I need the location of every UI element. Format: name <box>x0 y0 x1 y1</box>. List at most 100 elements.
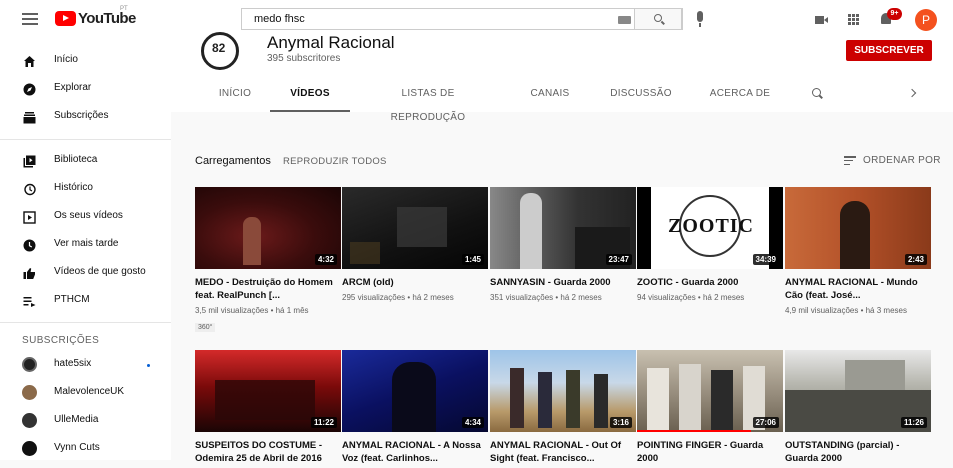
video-title[interactable]: ANYMAL RACIONAL - Mundo Cão (feat. José.… <box>785 276 925 302</box>
video-thumbnail[interactable]: 27:06 <box>637 350 783 432</box>
video-thumbnail[interactable]: 2:43 <box>785 187 931 269</box>
subscribe-button[interactable]: SUBSCREVER <box>846 40 932 61</box>
sidebar-divider <box>0 139 171 140</box>
sidebar-item-explore[interactable]: Explorar <box>0 77 171 101</box>
subscriptions-icon <box>23 112 36 124</box>
search-input[interactable] <box>242 9 612 29</box>
tab-videos[interactable]: VÍDEOS <box>270 82 350 112</box>
video-card[interactable]: 2:43 ANYMAL RACIONAL - Mundo Cão (feat. … <box>785 187 931 316</box>
video-card[interactable]: 3:16 ANYMAL RACIONAL - Out Of Sight (fea… <box>490 350 636 468</box>
subscription-label: hate5six <box>54 358 92 369</box>
video-title[interactable]: ARCM (old) <box>342 276 482 289</box>
library-icon <box>23 155 36 168</box>
tab-playlists[interactable]: LISTAS DE REPRODUÇÃO <box>363 82 493 123</box>
sidebar-subscription-malevolenceuk[interactable]: MalevolenceUK <box>0 381 171 405</box>
tab-discussion[interactable]: DISCUSSÃO <box>605 82 677 112</box>
video-thumbnail[interactable]: 11:26 <box>785 350 931 432</box>
sidebar-item-your-videos[interactable]: Os seus vídeos <box>0 205 171 229</box>
sidebar-item-label: Os seus vídeos <box>54 210 123 221</box>
video-title[interactable]: SUSPEITOS DO COSTUME - Odemira 25 de Abr… <box>195 439 335 465</box>
keyboard-icon[interactable] <box>618 16 631 24</box>
chevron-right-icon[interactable] <box>907 88 917 98</box>
video-duration: 27:06 <box>752 417 779 428</box>
channel-name: Anymal Racional <box>267 33 395 52</box>
video-title[interactable]: SANNYASIN - Guarda 2000 <box>490 276 630 289</box>
thumbnail-figure <box>392 362 436 432</box>
new-content-dot <box>147 364 150 367</box>
search-box <box>241 8 683 30</box>
sidebar-subscription-vynn-cuts[interactable]: Vynn Cuts <box>0 437 171 461</box>
sidebar-item-subscriptions[interactable]: Subscrições <box>0 105 171 129</box>
thumbnail-building <box>397 207 447 247</box>
video-card[interactable]: 4:32 MEDO - Destruição do Homem feat. Re… <box>195 187 341 334</box>
sidebar-item-label: Ver mais tarde <box>54 238 119 249</box>
video-thumbnail[interactable]: 4:34 <box>342 350 488 432</box>
channel-header: Anymal Racional 395 subscritores SUBSCRE… <box>171 32 953 123</box>
video-card[interactable]: 27:06 POINTING FINGER - Guarda 2000 <box>637 350 783 468</box>
video-thumbnail[interactable]: 23:47 <box>490 187 636 269</box>
video-card[interactable]: 4:34 ANYMAL RACIONAL - A Nossa Voz (feat… <box>342 350 488 468</box>
video-title[interactable]: POINTING FINGER - Guarda 2000 <box>637 439 777 465</box>
channel-logo[interactable] <box>201 32 239 70</box>
video-title[interactable]: ZOOTIC - Guarda 2000 <box>637 276 777 289</box>
channel-search-icon[interactable] <box>812 88 821 97</box>
thumbnail-figure <box>243 217 261 265</box>
video-duration: 23:47 <box>605 254 632 265</box>
tab-channels[interactable]: CANAIS <box>521 82 579 112</box>
sidebar-item-liked-videos[interactable]: Vídeos de que gosto <box>0 261 171 285</box>
search-button[interactable] <box>634 8 682 30</box>
sidebar-item-home[interactable]: Início <box>0 49 171 73</box>
channel-avatar <box>22 385 37 400</box>
account-avatar[interactable]: P <box>915 9 937 31</box>
video-badge: 360° <box>195 323 216 332</box>
thumbnail-building <box>845 360 905 390</box>
video-title[interactable]: ANYMAL RACIONAL - A Nossa Voz (feat. Car… <box>342 439 482 465</box>
microphone-icon[interactable] <box>697 11 703 27</box>
play-all-button[interactable]: REPRODUZIR TODOS <box>283 156 387 167</box>
video-card[interactable]: 11:26 OUTSTANDING (parcial) - Guarda 200… <box>785 350 931 468</box>
thumbnail-person <box>711 370 733 430</box>
video-card[interactable]: 23:47 SANNYASIN - Guarda 2000 351 visual… <box>490 187 636 303</box>
video-duration: 3:16 <box>609 417 632 428</box>
search-icon <box>654 14 662 22</box>
logo-text: YouTube <box>78 10 136 27</box>
thumbnail-person <box>566 370 580 428</box>
sidebar-item-label: Vídeos de que gosto <box>54 266 146 277</box>
video-card[interactable]: ZOOTIC 34:39 ZOOTIC - Guarda 2000 94 vis… <box>637 187 783 303</box>
tab-about[interactable]: ACERCA DE <box>705 82 775 112</box>
youtube-play-icon <box>55 11 76 26</box>
video-thumbnail[interactable]: 3:16 <box>490 350 636 432</box>
sort-icon[interactable] <box>844 156 856 165</box>
video-thumbnail[interactable]: 11:22 <box>195 350 341 432</box>
thumbnail-person <box>647 368 669 430</box>
sort-button[interactable]: ORDENAR POR <box>863 155 941 166</box>
sidebar-item-playlist-pthcm[interactable]: PTHCM <box>0 289 171 313</box>
playlist-icon <box>23 297 36 307</box>
video-thumbnail[interactable]: ZOOTIC 34:39 <box>637 187 783 269</box>
apps-grid-icon[interactable] <box>848 14 859 25</box>
video-title[interactable]: OUTSTANDING (parcial) - Guarda 2000 <box>785 439 925 465</box>
thumbnail-person <box>510 368 524 428</box>
video-card[interactable]: 1:45 ARCM (old) 295 visualizações • há 2… <box>342 187 488 303</box>
create-video-icon[interactable] <box>815 16 828 24</box>
tab-home[interactable]: INÍCIO <box>211 82 259 112</box>
youtube-logo[interactable]: YouTube PT <box>55 6 136 27</box>
subscription-label: Vynn Cuts <box>54 442 100 453</box>
sidebar-item-library[interactable]: Biblioteca <box>0 149 171 173</box>
menu-icon[interactable] <box>22 13 38 25</box>
sidebar-subscription-hate5six[interactable]: hate5six <box>0 353 171 377</box>
sidebar-item-watch-later[interactable]: Ver mais tarde <box>0 233 171 257</box>
clock-icon <box>23 239 36 252</box>
video-meta: 295 visualizações • há 2 meses <box>342 293 454 302</box>
sidebar-item-label: Explorar <box>54 82 92 93</box>
sidebar-item-label: Histórico <box>54 182 93 193</box>
video-thumbnail[interactable]: 4:32 <box>195 187 341 269</box>
sidebar-subscription-ullemedia[interactable]: UlleMedia <box>0 409 171 433</box>
thumbnail-figure <box>840 201 870 269</box>
video-card[interactable]: 11:22 SUSPEITOS DO COSTUME - Odemira 25 … <box>195 350 341 468</box>
video-title[interactable]: MEDO - Destruição do Homem feat. RealPun… <box>195 276 335 302</box>
video-thumbnail[interactable]: 1:45 <box>342 187 488 269</box>
sidebar-item-history[interactable]: Histórico <box>0 177 171 201</box>
video-title[interactable]: ANYMAL RACIONAL - Out Of Sight (feat. Fr… <box>490 439 630 465</box>
video-duration: 34:39 <box>752 254 779 265</box>
